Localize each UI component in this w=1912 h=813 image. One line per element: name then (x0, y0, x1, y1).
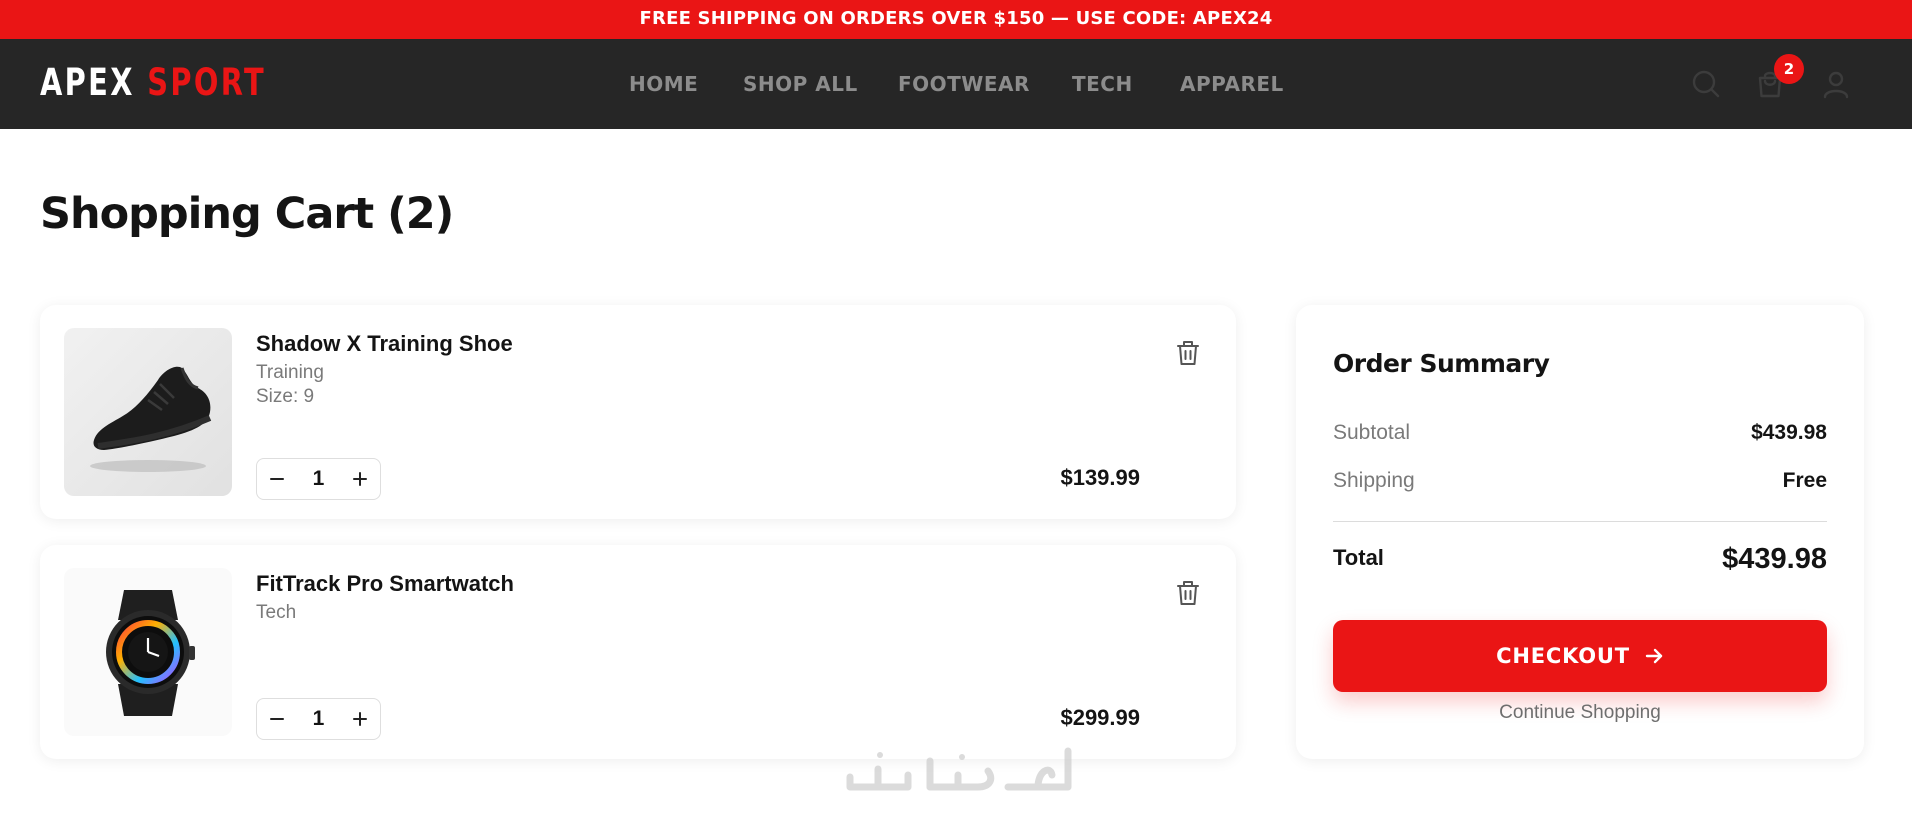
nav-item-home[interactable]: HOME (629, 72, 698, 96)
checkout-label: CHECKOUT (1496, 644, 1630, 668)
watermark-logo (846, 747, 1072, 791)
continue-shopping-link[interactable]: Continue Shopping (1333, 702, 1827, 724)
product-image-shoe[interactable] (64, 328, 232, 496)
brand-logo-part2: SPORT (147, 61, 267, 104)
checkout-button[interactable]: CHECKOUT (1333, 620, 1827, 692)
item-price: $299.99 (1060, 705, 1140, 730)
subtotal-row: Subtotal $439.98 (1333, 421, 1827, 445)
product-category: Tech (256, 602, 297, 623)
account-button[interactable] (1818, 66, 1854, 102)
summary-divider (1333, 521, 1827, 522)
quantity-value: 1 (312, 467, 325, 490)
product-image-watch[interactable] (64, 568, 232, 736)
search-button[interactable] (1688, 66, 1724, 102)
brand-logo[interactable]: APEX SPORT (40, 61, 266, 105)
product-size: Size: 9 (256, 386, 315, 407)
nav-item-shop-all[interactable]: SHOP ALL (743, 72, 858, 96)
product-name[interactable]: Shadow X Training Shoe (256, 331, 513, 357)
shoe-image (90, 366, 212, 472)
decrease-quantity-button[interactable] (257, 699, 297, 739)
quantity-stepper: 1 (256, 698, 381, 740)
nav-item-footwear[interactable]: FOOTWEAR (898, 72, 1030, 96)
shipping-row: Shipping Free (1333, 469, 1827, 493)
cart-item: FitTrack Pro Smartwatch Tech 1 $299.99 (40, 545, 1236, 759)
total-value: $439.98 (1722, 543, 1827, 575)
nav-item-apparel[interactable]: APPAREL (1180, 72, 1284, 96)
product-name[interactable]: FitTrack Pro Smartwatch (256, 571, 514, 597)
arrow-right-icon (1645, 648, 1663, 664)
top-navigation: APEX SPORT HOME SHOP ALL FOOTWEAR TECH A… (0, 39, 1912, 129)
subtotal-value: $439.98 (1751, 421, 1827, 444)
trash-icon (1177, 581, 1199, 605)
minus-icon (270, 718, 284, 720)
quantity-stepper: 1 (256, 458, 381, 500)
total-label: Total (1333, 545, 1384, 570)
remove-item-button[interactable] (1175, 579, 1201, 607)
product-category: Training (256, 362, 324, 383)
quantity-value: 1 (312, 707, 325, 730)
increase-quantity-button[interactable] (340, 459, 380, 499)
search-icon (1692, 70, 1720, 98)
decrease-quantity-button[interactable] (257, 459, 297, 499)
cart-item: Shadow X Training Shoe Training Size: 9 … (40, 305, 1236, 519)
nav-item-tech[interactable]: TECH (1072, 72, 1133, 96)
trash-icon (1177, 341, 1199, 365)
remove-item-button[interactable] (1175, 339, 1201, 367)
plus-icon (353, 472, 367, 486)
summary-title: Order Summary (1333, 349, 1550, 378)
item-price: $139.99 (1060, 465, 1140, 490)
brand-logo-part1: APEX (40, 61, 135, 104)
plus-icon (353, 712, 367, 726)
order-summary: Order Summary Subtotal $439.98 Shipping … (1296, 305, 1864, 759)
main-menu: HOME SHOP ALL FOOTWEAR TECH APPAREL (0, 39, 1912, 129)
increase-quantity-button[interactable] (340, 699, 380, 739)
subtotal-label: Subtotal (1333, 421, 1411, 444)
cart-count-badge: 2 (1774, 54, 1804, 84)
shipping-value: Free (1782, 469, 1827, 492)
shipping-label: Shipping (1333, 469, 1415, 492)
promo-banner: FREE SHIPPING ON ORDERS OVER $150 — USE … (0, 0, 1912, 39)
user-icon (1823, 71, 1849, 99)
page-title: Shopping Cart (2) (40, 189, 454, 239)
minus-icon (270, 478, 284, 480)
cart-page: Shopping Cart (2) Shadow X Training Shoe… (0, 129, 1912, 813)
smartwatch-image (106, 590, 195, 716)
